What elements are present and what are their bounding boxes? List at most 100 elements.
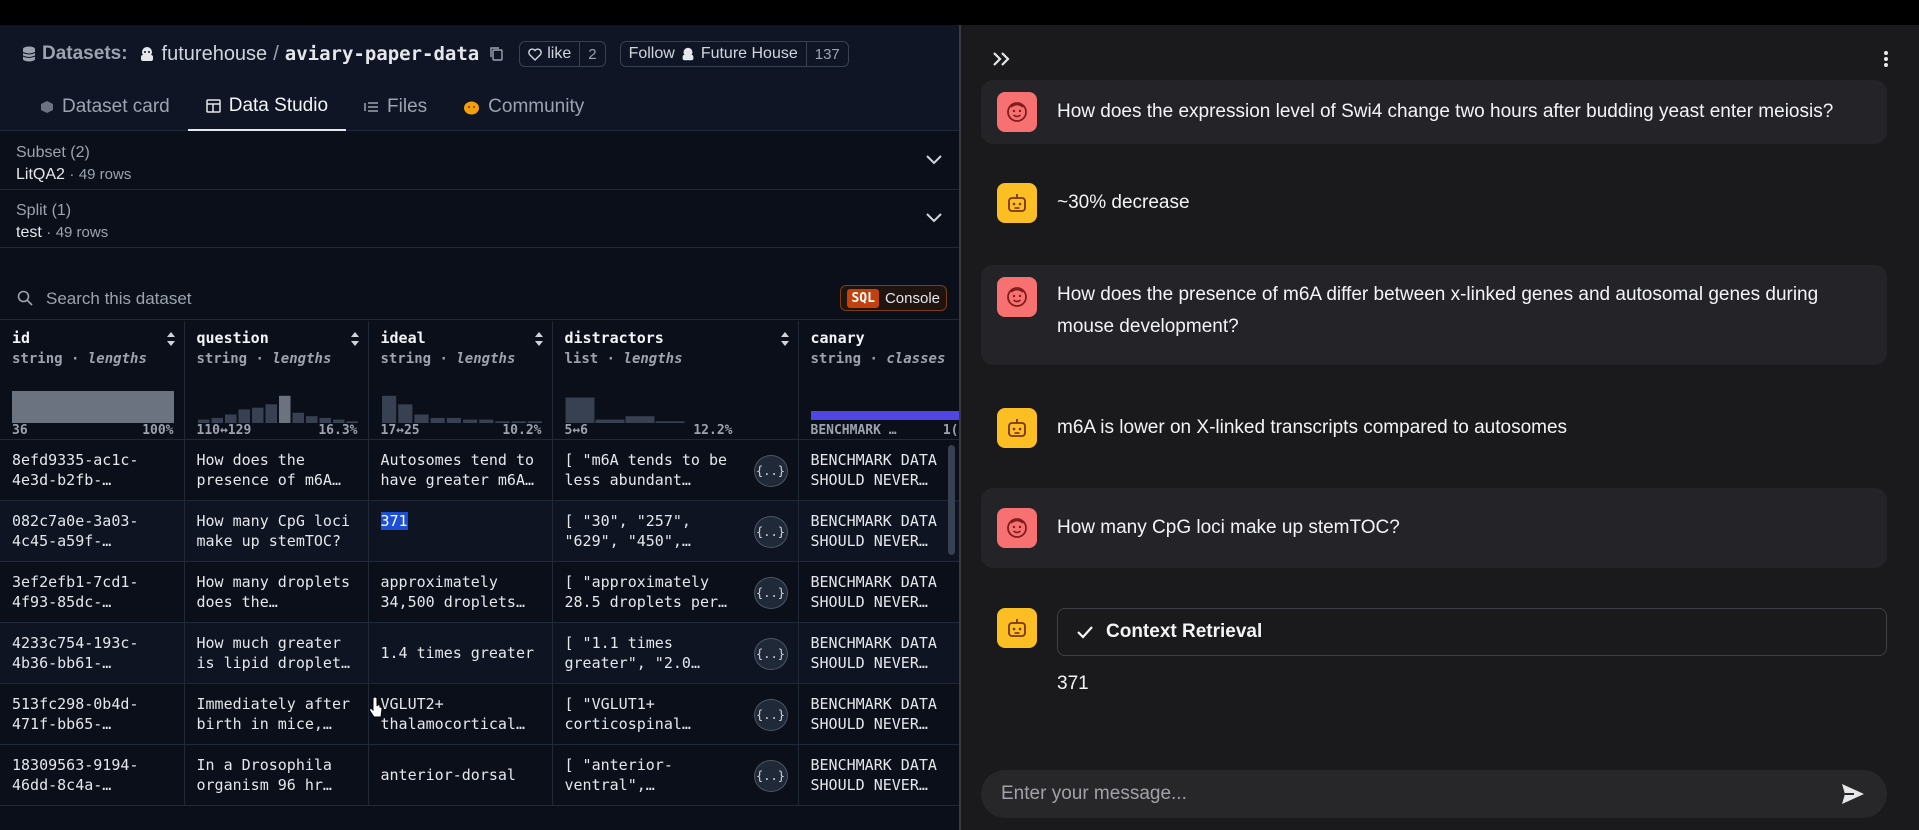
chat-message-bot: ~30% decrease	[981, 183, 1887, 247]
json-view-icon[interactable]: {..}	[753, 454, 788, 487]
sort-icon[interactable]	[534, 331, 544, 347]
tab-files[interactable]: Files	[346, 83, 445, 131]
follow-button[interactable]: Follow Future House 137	[619, 41, 849, 67]
repo-link[interactable]: aviary-paper-data	[285, 43, 479, 65]
json-view-icon[interactable]: {..}	[753, 576, 788, 609]
send-icon[interactable]	[1841, 783, 1865, 805]
cell-ideal[interactable]: VGLUT2+ thalamocortical…	[368, 683, 553, 745]
scrollbar-thumb[interactable]	[948, 445, 955, 555]
subset-label: Subset (2)	[16, 144, 90, 161]
cell-id[interactable]: 082c7a0e-3a03-4c45-a59f-…	[0, 500, 185, 562]
user-avatar-icon	[997, 92, 1037, 132]
tab-dataset-card[interactable]: Dataset card	[0, 83, 188, 131]
cell-distractors[interactable]: [ "anterior-ventral",… {..}	[552, 744, 799, 806]
message-input[interactable]	[1001, 780, 1801, 808]
table-row[interactable]: 3ef2efb1-7cd1-4f93-85dc-… How many dropl…	[0, 561, 959, 623]
cell-distractors[interactable]: [ "m6A tends to be less abundant withi…{…	[552, 439, 799, 501]
browser-top-bar	[0, 0, 1919, 25]
like-label: like	[547, 45, 572, 62]
double-chevron-right-icon[interactable]	[991, 49, 1013, 69]
dataset-header: Datasets: futurehouse / aviary-paper-dat…	[0, 25, 959, 131]
sort-icon[interactable]	[166, 331, 176, 347]
search-input[interactable]: Search this dataset	[46, 289, 192, 309]
cell-question[interactable]: How does the presence of m6A…	[184, 439, 369, 501]
copy-icon[interactable]	[489, 46, 505, 62]
cell-id[interactable]: 513fc298-0b4d-471f-bb65-…	[0, 683, 185, 745]
table-row[interactable]: 082c7a0e-3a03-4c45-a59f-… How many CpG l…	[0, 500, 959, 562]
histogram-bar[interactable]	[292, 412, 304, 423]
cell-ideal[interactable]: 1.4 times greater	[368, 622, 553, 684]
cell-ideal[interactable]: approximately 34,500 droplets…	[368, 561, 553, 623]
histogram-bar[interactable]	[278, 395, 291, 423]
cell-question[interactable]: How much greater is lipid droplet…	[184, 622, 369, 684]
histogram-bar[interactable]	[265, 404, 277, 423]
table-row[interactable]: 4233c754-193c-4b36-bb61-… How much great…	[0, 622, 959, 684]
histogram-bar[interactable]	[224, 414, 237, 424]
cell-question[interactable]: In a Drosophila organism 96 hr…	[184, 744, 369, 806]
cell-id[interactable]: 4233c754-193c-4b36-bb61-…	[0, 622, 185, 684]
cell-canary[interactable]: BENCHMARK DATA SHOULD NEVER APPEAR	[798, 683, 959, 745]
org-link[interactable]: futurehouse	[162, 43, 268, 66]
column-header-ideal[interactable]: ideal string · lengths 17↔25 10.2%	[368, 321, 553, 440]
histogram-bar[interactable]	[305, 416, 318, 423]
search-icon	[17, 290, 33, 306]
split-selector[interactable]: Split (1) test · 49 rows	[0, 190, 959, 248]
tab-community[interactable]: Community	[445, 83, 602, 131]
cell-canary[interactable]: BENCHMARK DATA SHOULD NEVER APPEAR	[798, 622, 959, 684]
cell-ideal[interactable]: anterior-dorsal	[368, 744, 553, 806]
more-options-icon[interactable]	[1883, 50, 1889, 68]
sql-tag: SQL	[847, 288, 879, 308]
cell-canary[interactable]: BENCHMARK DATA SHOULD NEVER APPEAR	[798, 439, 959, 501]
cell-id[interactable]: 18309563-9194-46dd-8c4a-…	[0, 744, 185, 806]
cell-ideal[interactable]: Autosomes tend to have greater m6A…	[368, 439, 553, 501]
histogram-bar[interactable]	[625, 416, 654, 423]
histogram-id	[12, 391, 174, 423]
cell-canary[interactable]: BENCHMARK DATA SHOULD NEVER APPEAR	[798, 500, 959, 562]
org-avatar-icon	[140, 47, 153, 61]
table-icon	[205, 99, 221, 113]
sql-console-button[interactable]: SQL Console	[840, 285, 947, 311]
like-button[interactable]: like 2	[519, 41, 606, 67]
column-header-canary[interactable]: canary string · classes BENCHMARK … 1(	[798, 321, 959, 440]
cell-question[interactable]: How many droplets does the…	[184, 561, 369, 623]
cell-canary[interactable]: BENCHMARK DATA SHOULD NEVER APPEAR	[798, 561, 959, 623]
table-row[interactable]: 8efd9335-ac1c-4e3d-b2fb-… How does the p…	[0, 439, 959, 501]
cell-distractors[interactable]: [ "30", "257", "629", "450", "471"…{..}	[552, 500, 799, 562]
sort-icon[interactable]	[780, 331, 790, 347]
cell-distractors[interactable]: [ "VGLUT1+ corticospinal axona…{..}	[552, 683, 799, 745]
cell-question[interactable]: How many CpG loci make up stemTOC?	[184, 500, 369, 562]
histogram-bar[interactable]	[238, 409, 250, 423]
json-view-icon[interactable]: {..}	[753, 515, 788, 548]
histogram-bar[interactable]	[381, 395, 396, 423]
chat-input-bar	[981, 770, 1887, 818]
path-slash: /	[273, 42, 279, 65]
cell-id[interactable]: 8efd9335-ac1c-4e3d-b2fb-…	[0, 439, 185, 501]
table-row[interactable]: 18309563-9194-46dd-8c4a-… In a Drosophil…	[0, 744, 959, 806]
cell-distractors[interactable]: [ "approximately 28.5 droplets per… {..}	[552, 561, 799, 623]
cell-question[interactable]: Immediately after birth in mice,…	[184, 683, 369, 745]
column-header-distractors[interactable]: distractors list · lengths 5↔6 12.2%	[552, 321, 799, 440]
json-view-icon[interactable]: {..}	[753, 759, 788, 792]
column-header-id[interactable]: id string · lengths 36 100%	[0, 321, 185, 440]
histogram-ideal	[381, 395, 542, 424]
cell-distractors[interactable]: [ "1.1 times greater", "2.0 time…{..}	[552, 622, 799, 684]
table-row[interactable]: 513fc298-0b4d-471f-bb65-… Immediately af…	[0, 683, 959, 745]
tab-data-studio[interactable]: Data Studio	[187, 83, 347, 131]
cell-id[interactable]: 3ef2efb1-7cd1-4f93-85dc-…	[0, 561, 185, 623]
chevron-down-icon	[926, 213, 942, 223]
cell-canary[interactable]: BENCHMARK DATA SHOULD NEVER APPEAR	[798, 744, 959, 806]
dataset-search: Search this dataset SQL Console	[0, 276, 959, 320]
context-retrieval-accordion[interactable]: Context Retrieval	[1057, 608, 1887, 656]
subset-selector[interactable]: Subset (2) LitQA2 · 49 rows	[0, 132, 959, 190]
histogram-bar[interactable]	[413, 414, 429, 424]
sort-icon[interactable]	[350, 331, 360, 347]
json-view-icon[interactable]: {..}	[753, 698, 788, 731]
follow-count: 137	[805, 42, 848, 66]
json-view-icon[interactable]: {..}	[753, 637, 788, 670]
table-scrollbar[interactable]	[948, 321, 956, 830]
histogram-bar[interactable]	[251, 407, 264, 423]
cell-ideal[interactable]: 371	[368, 500, 553, 562]
histogram-bar[interactable]	[397, 404, 412, 423]
column-header-question[interactable]: question string · lengths 110↔129 16.3%	[184, 321, 369, 440]
histogram-bar[interactable]	[565, 397, 594, 424]
